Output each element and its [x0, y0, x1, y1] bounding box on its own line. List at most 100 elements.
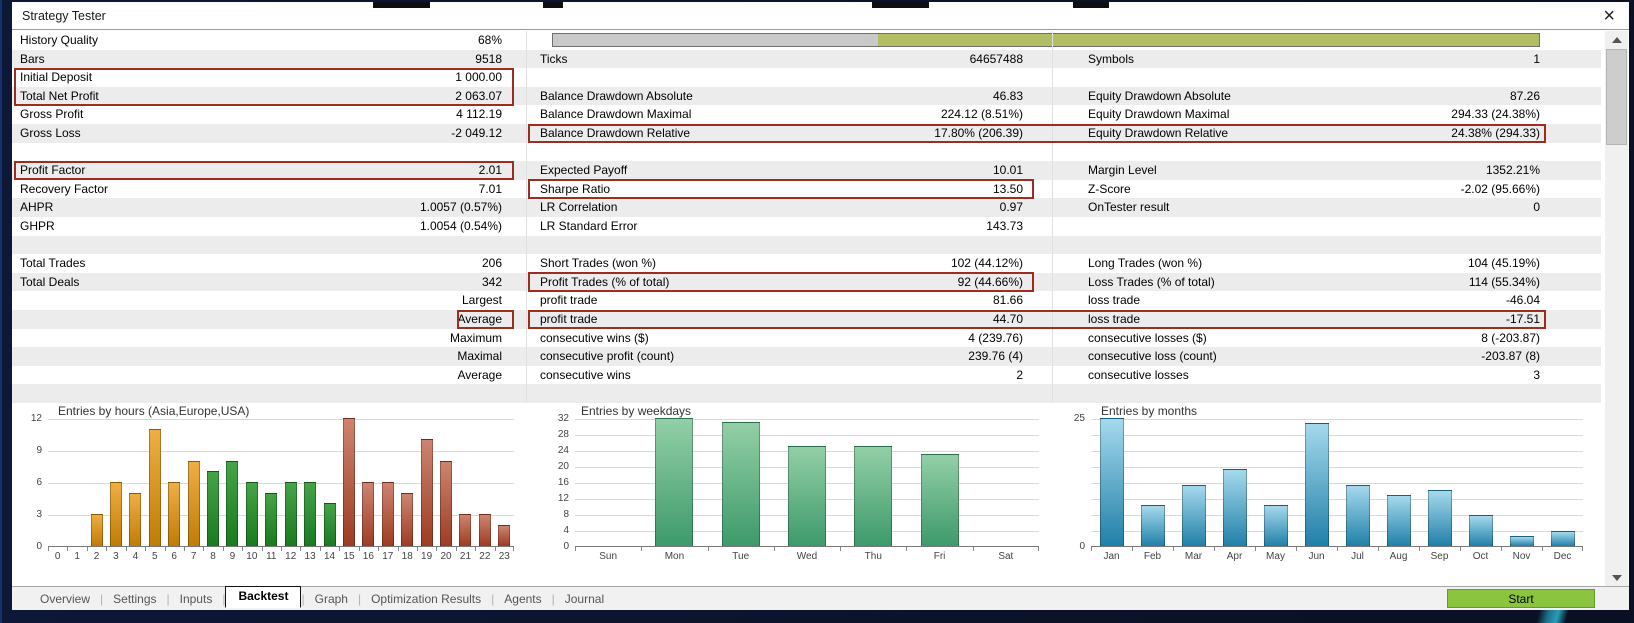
bar	[110, 482, 122, 546]
x-axis-label: 23	[495, 551, 514, 562]
start-button[interactable]: Start	[1447, 589, 1595, 608]
chart-title: Entries by months	[1101, 404, 1197, 418]
metric-value: 0.97	[540, 198, 1023, 217]
x-axis-label: 15	[339, 551, 358, 562]
bar	[1387, 495, 1411, 546]
metric-value: 24.38% (294.33)	[1088, 124, 1540, 143]
x-axis-label: Tue	[708, 551, 774, 562]
gridline	[48, 451, 514, 452]
scrollbar[interactable]	[1605, 31, 1628, 586]
bar	[1100, 418, 1124, 546]
x-axis-label: 3	[106, 551, 125, 562]
metric-value: 3	[1088, 366, 1540, 385]
gridline	[1091, 451, 1583, 452]
gridline	[1091, 419, 1583, 420]
desktop-background: Strategy Tester × History Quality68%Bars…	[0, 0, 1634, 623]
report-row: AHPR1.0057 (0.57%)LR Correlation0.97OnTe…	[12, 198, 1601, 217]
bar	[382, 482, 394, 546]
x-axis-label: Apr	[1214, 551, 1255, 562]
x-axis-label: 4	[126, 551, 145, 562]
test-progress-bar	[552, 33, 1540, 47]
screen-artifact	[1073, 2, 1109, 8]
y-axis-label: 4	[545, 525, 569, 536]
y-axis-label: 0	[1065, 541, 1085, 552]
scroll-down-icon[interactable]	[1605, 569, 1628, 586]
bar	[362, 482, 374, 546]
bar	[226, 461, 238, 546]
x-axis-label: Mar	[1173, 551, 1214, 562]
tab-backtest[interactable]: Backtest	[225, 586, 301, 608]
tab-agents[interactable]: Agents	[494, 592, 551, 606]
y-axis-label: 8	[545, 509, 569, 520]
report-row: Profit Factor2.01Expected Payoff10.01Mar…	[12, 161, 1601, 180]
bar	[1510, 536, 1534, 546]
gridline	[1091, 515, 1583, 516]
bar	[788, 446, 826, 546]
metric-value: -46.04	[1088, 291, 1540, 310]
metric-value: 104 (45.19%)	[1088, 254, 1540, 273]
metric-value: 2	[540, 366, 1023, 385]
bar	[1264, 505, 1288, 546]
y-axis-label: 24	[545, 445, 569, 456]
x-axis-label: 9	[223, 551, 242, 562]
metric-value: 224.12 (8.51%)	[540, 105, 1023, 124]
metric-value: Average	[20, 366, 502, 385]
report-row: GHPR1.0054 (0.54%)LR Standard Error143.7…	[12, 217, 1601, 236]
report-row: Averageprofit trade44.70loss trade-17.51	[12, 310, 1601, 329]
tab-overview[interactable]: Overview	[30, 592, 100, 606]
metric-value: Maximum	[20, 329, 502, 348]
progress-remaining-segment	[878, 34, 1539, 46]
scroll-up-icon[interactable]	[1605, 31, 1628, 48]
x-axis-label: Dec	[1542, 551, 1583, 562]
metric-value: 68%	[20, 31, 502, 50]
bar	[479, 514, 491, 546]
metric-value: -203.87 (8)	[1088, 347, 1540, 366]
bar	[421, 439, 433, 546]
bar	[1305, 423, 1329, 546]
x-axis-label: 0	[48, 551, 67, 562]
bar	[498, 525, 510, 546]
x-axis-label: Sep	[1419, 551, 1460, 562]
report-row: Total Trades206Short Trades (won %)102 (…	[12, 254, 1601, 273]
bar	[207, 471, 219, 546]
bar	[1428, 490, 1452, 546]
y-axis-label: 0	[545, 541, 569, 552]
gridline	[48, 419, 514, 420]
x-axis-label: 20	[436, 551, 455, 562]
gridline	[1091, 483, 1583, 484]
tab-bar: Overview|Settings|Inputs|Backtest|Graph|…	[12, 586, 1629, 610]
close-icon[interactable]: ×	[1603, 3, 1615, 29]
tab-journal[interactable]: Journal	[555, 592, 614, 606]
report-row: Gross Profit4 112.19Balance Drawdown Max…	[12, 105, 1601, 124]
tab-settings[interactable]: Settings	[103, 592, 166, 606]
progress-complete-segment	[553, 34, 878, 46]
x-axis-label: 22	[475, 551, 494, 562]
metric-value: 239.76 (4)	[540, 347, 1023, 366]
metric-value: 81.66	[540, 291, 1023, 310]
bar	[304, 482, 316, 546]
scrollbar-thumb[interactable]	[1606, 49, 1627, 145]
report-row: Largestprofit trade81.66loss trade-46.04	[12, 291, 1601, 310]
tab-graph[interactable]: Graph	[305, 592, 358, 606]
tab-optimization-results[interactable]: Optimization Results	[361, 592, 491, 606]
x-axis-label: 6	[165, 551, 184, 562]
bar	[129, 493, 141, 546]
chart-plot-area	[1091, 419, 1583, 547]
metric-value: 17.80% (206.39)	[540, 124, 1023, 143]
x-axis-label: 16	[359, 551, 378, 562]
x-axis-label: 14	[320, 551, 339, 562]
y-axis-label: 20	[545, 461, 569, 472]
bar	[459, 514, 471, 546]
metric-value: 294.33 (24.38%)	[1088, 105, 1540, 124]
metric-value: 1 000.00	[20, 68, 502, 87]
tab-inputs[interactable]: Inputs	[170, 592, 223, 606]
x-axis-label: 12	[281, 551, 300, 562]
report-row: History Quality68%	[12, 31, 1601, 50]
report-row: Gross Loss-2 049.12Balance Drawdown Rela…	[12, 124, 1601, 143]
chart-plot-area	[48, 419, 514, 547]
metric-value: 8 (-203.87)	[1088, 329, 1540, 348]
y-axis-label: 32	[545, 413, 569, 424]
x-axis-label: 17	[378, 551, 397, 562]
x-axis-label: Jan	[1091, 551, 1132, 562]
bar	[401, 493, 413, 546]
